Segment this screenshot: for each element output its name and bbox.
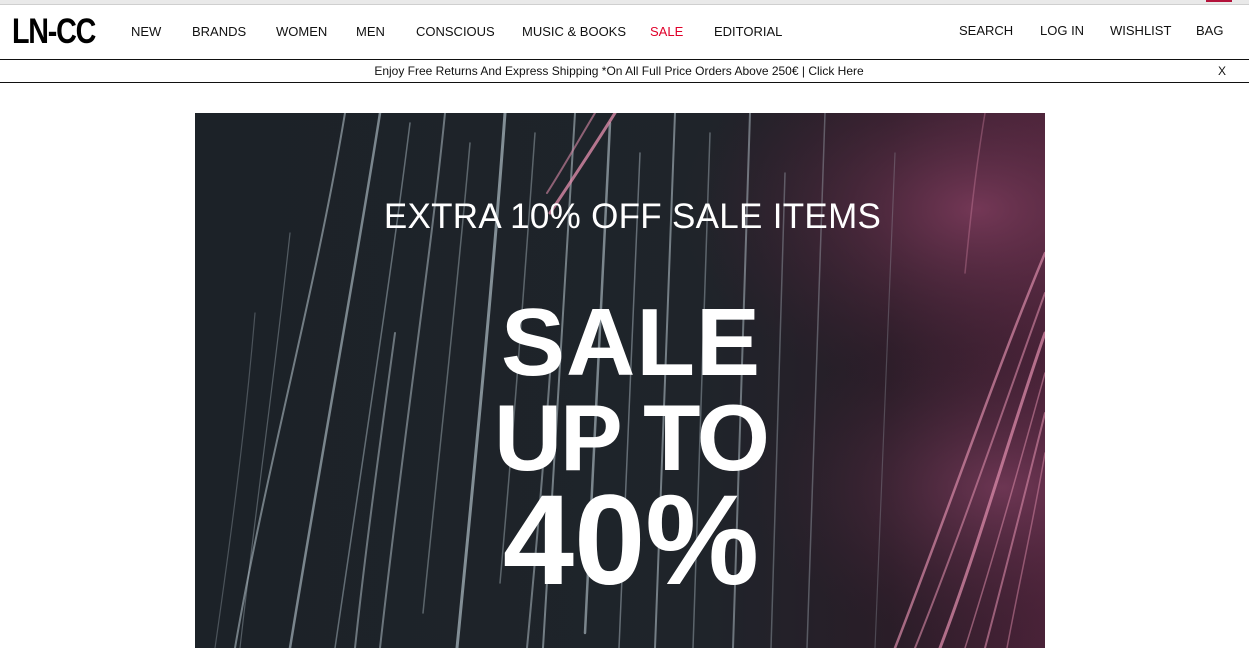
promo-bar: Enjoy Free Returns And Express Shipping … xyxy=(0,60,1249,83)
nav-item-new[interactable]: NEW xyxy=(131,24,161,40)
page: LN-CC NEW BRANDS WOMEN MEN CONSCIOUS MUS… xyxy=(0,0,1249,648)
promo-text[interactable]: Enjoy Free Returns And Express Shipping … xyxy=(0,64,1238,78)
bag-link[interactable]: BAG xyxy=(1196,23,1223,39)
hero-headline-sale: SALE xyxy=(500,289,762,396)
nav-item-editorial[interactable]: EDITORIAL xyxy=(714,24,782,40)
search-link[interactable]: SEARCH xyxy=(959,23,1013,39)
promo-close-button[interactable]: X xyxy=(1218,64,1226,78)
nav-item-sale[interactable]: SALE xyxy=(650,24,683,40)
site-header: LN-CC NEW BRANDS WOMEN MEN CONSCIOUS MUS… xyxy=(0,5,1249,60)
wishlist-link[interactable]: WISHLIST xyxy=(1110,23,1171,39)
site-logo[interactable]: LN-CC xyxy=(12,13,96,51)
hero-headline-percent: 40% xyxy=(502,469,760,612)
nav-item-men[interactable]: MEN xyxy=(356,24,385,40)
log-in-link[interactable]: LOG IN xyxy=(1040,23,1084,39)
nav-item-brands[interactable]: BRANDS xyxy=(192,24,246,40)
nav-item-conscious[interactable]: CONSCIOUS xyxy=(416,24,495,40)
nav-item-music-books[interactable]: MUSIC & BOOKS xyxy=(522,24,626,40)
hero-subtitle: EXTRA 10% OFF SALE ITEMS xyxy=(383,197,882,236)
hero-banner[interactable]: EXTRA 10% OFF SALE ITEMS SALE UP TO 40% xyxy=(195,113,1045,648)
nav-item-women[interactable]: WOMEN xyxy=(276,24,327,40)
top-strip-accent xyxy=(1206,0,1232,2)
